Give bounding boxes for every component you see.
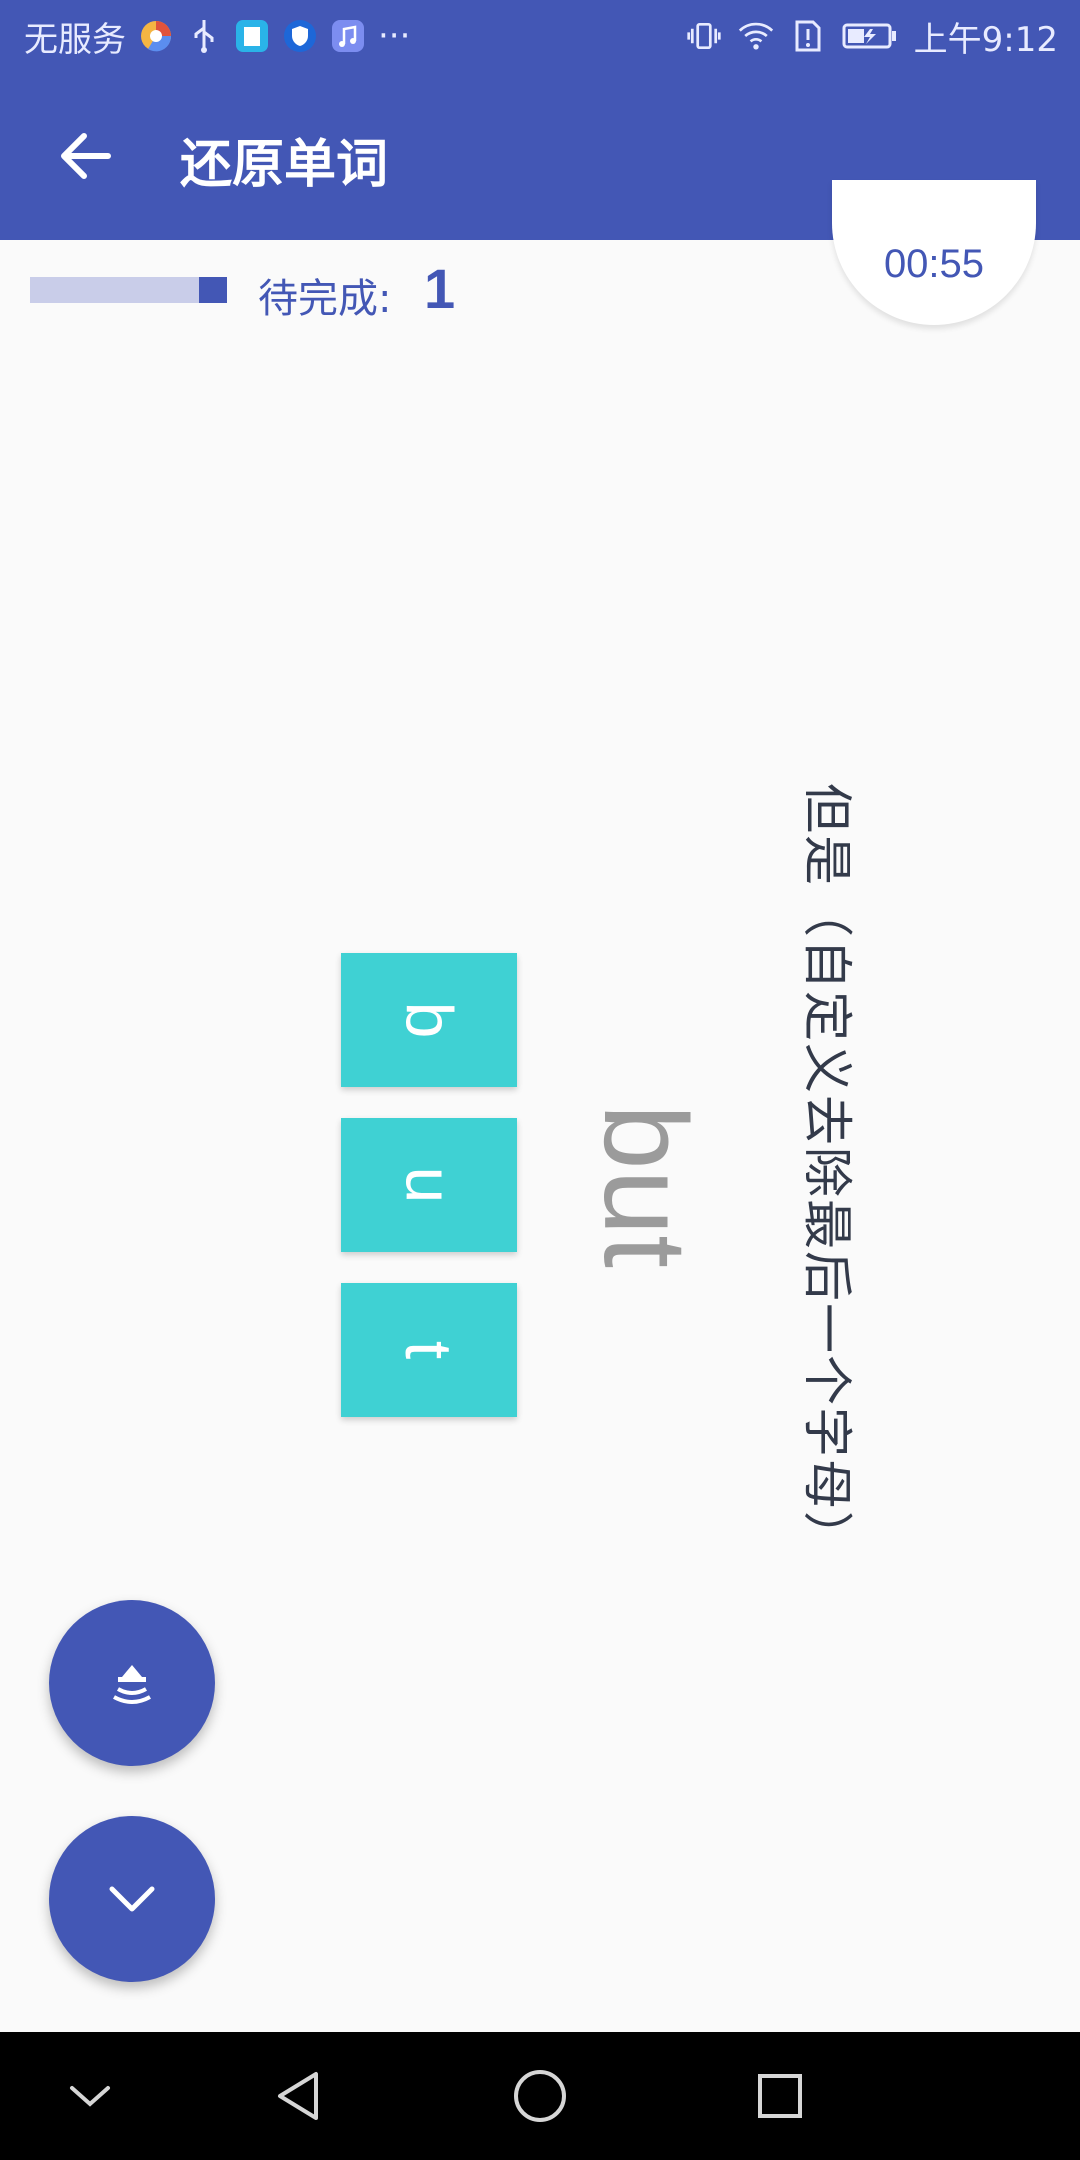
word-meaning-text: 但是（自定义去除最后一个字母） <box>798 783 856 1563</box>
nav-home-button[interactable] <box>500 2056 580 2136</box>
music-app-icon <box>330 18 366 54</box>
progress-fill <box>199 277 227 303</box>
nav-recents-button[interactable] <box>740 2056 820 2136</box>
page-title: 还原单词 <box>180 135 389 195</box>
nav-back-button[interactable] <box>260 2056 340 2136</box>
no-sim-icon <box>790 18 826 54</box>
letter-tile[interactable]: u <box>341 1118 517 1252</box>
chevron-down-icon <box>109 1886 155 1912</box>
navigation-bar <box>0 2032 1080 2160</box>
recents-square-icon <box>758 2074 802 2118</box>
next-button[interactable] <box>49 1816 215 1982</box>
nav-collapse-button[interactable] <box>50 2056 130 2136</box>
letter-tile-label: u <box>392 1166 466 1204</box>
more-notifications: ··· <box>378 16 411 56</box>
wifi-icon <box>738 18 774 54</box>
vibrate-icon <box>686 18 722 54</box>
countdown-timer: 00:55 <box>832 180 1036 325</box>
pending-count: 1 <box>424 257 456 320</box>
letter-tile-label: b <box>392 1001 466 1039</box>
clock: 上午9:12 <box>913 19 1058 60</box>
letter-tile[interactable]: b <box>341 953 517 1087</box>
status-right: 上午9:12 <box>686 12 1058 60</box>
back-triangle-icon <box>278 2072 318 2120</box>
pending-label: 待完成: <box>258 276 392 322</box>
usb-icon <box>186 18 222 54</box>
status-left: 无服务 ··· <box>24 12 410 60</box>
target-word-text: but <box>579 1103 711 1269</box>
back-button[interactable] <box>38 108 134 204</box>
pronounce-button[interactable] <box>49 1600 215 1766</box>
speaker-icon <box>113 1665 151 1704</box>
collapse-icon <box>70 2086 110 2107</box>
letter-tile[interactable]: t <box>341 1283 517 1417</box>
shield-app-icon <box>282 18 318 54</box>
letter-tile-label: t <box>392 1340 466 1360</box>
timer-value: 00:55 <box>883 242 985 286</box>
arrow-back-icon <box>61 133 111 179</box>
battery-charging-icon <box>842 18 898 54</box>
progress-bar <box>30 277 227 303</box>
carrier-text: 无服务 <box>24 19 126 60</box>
status-bar: 无服务 ··· 上午9:12 <box>0 0 1080 72</box>
home-circle-icon <box>514 2070 566 2122</box>
book-app-icon <box>234 18 270 54</box>
browser-icon <box>138 18 174 54</box>
